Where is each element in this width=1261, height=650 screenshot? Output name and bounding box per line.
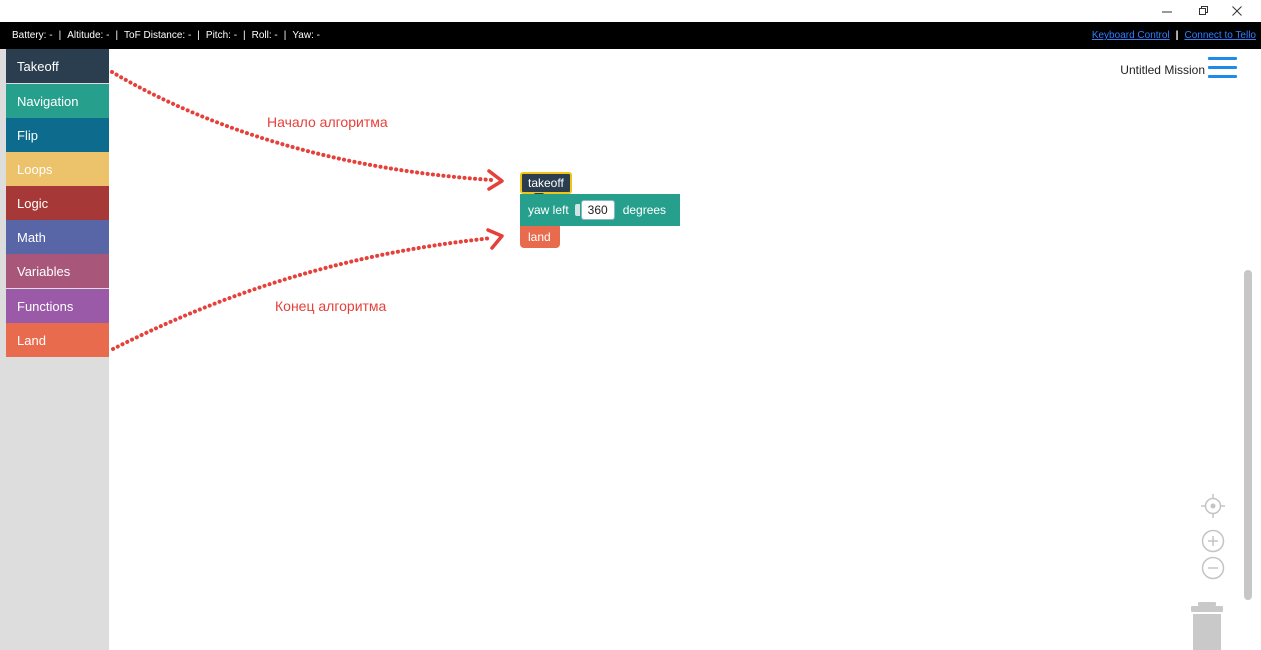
minimize-icon — [1162, 11, 1172, 13]
takeoff-block[interactable]: takeoff — [520, 172, 572, 198]
window-titlebar — [0, 0, 1261, 22]
zoom-in-icon[interactable] — [1201, 529, 1225, 553]
mission-title[interactable]: Untitled Mission — [1120, 63, 1205, 77]
separator: | — [197, 30, 200, 41]
category-math[interactable]: Math — [6, 220, 109, 254]
category-navigation[interactable]: Navigation — [6, 84, 109, 118]
workspace-scrollbar[interactable] — [1244, 270, 1252, 600]
close-button[interactable] — [1220, 0, 1254, 22]
connect-to-tello-link[interactable]: Connect to Tello — [1184, 30, 1256, 41]
separator: | — [115, 30, 119, 41]
category-label: Math — [17, 229, 46, 245]
category-label: Logic — [17, 195, 49, 211]
separator: | — [283, 30, 287, 41]
category-logic[interactable]: Logic — [6, 186, 109, 220]
category-label: Flip — [17, 127, 38, 143]
restore-button[interactable] — [1186, 0, 1220, 22]
minimize-button[interactable] — [1150, 0, 1184, 22]
separator: | — [58, 30, 62, 41]
annotation-end-label: Конец алгоритма — [275, 298, 387, 314]
roll-readout: Roll: - — [251, 30, 278, 41]
close-icon — [1232, 6, 1242, 16]
category-label: Variables — [17, 263, 71, 279]
takeoff-block-label: takeoff — [528, 176, 564, 190]
category-label: Loops — [17, 161, 53, 177]
category-label: Takeoff — [17, 58, 59, 74]
zoom-out-icon[interactable] — [1201, 556, 1225, 580]
category-takeoff[interactable]: Takeoff — [6, 49, 109, 83]
header-links: Keyboard Control | Connect to Tello — [1092, 22, 1256, 49]
restore-icon — [1199, 6, 1208, 15]
blockly-workspace[interactable] — [109, 49, 1255, 650]
category-loops[interactable]: Loops — [6, 152, 109, 186]
link-separator: | — [1175, 30, 1179, 41]
category-label: Navigation — [17, 93, 79, 109]
pitch-readout: Pitch: - — [205, 30, 238, 41]
land-block-label: land — [528, 230, 551, 244]
category-flip[interactable]: Flip — [6, 118, 109, 152]
block-category-sidebar: Takeoff Navigation Flip Loops Logic Math… — [0, 49, 109, 650]
hamburger-menu-icon[interactable] — [1208, 57, 1237, 79]
telemetry-readouts: Battery: - | Altitude: - | ToF Distance:… — [12, 22, 320, 49]
battery-readout: Battery: - — [12, 30, 53, 41]
yaw-left-label: yaw left — [528, 203, 569, 217]
yaw-degrees-input[interactable]: 360 — [580, 200, 615, 220]
target-icon[interactable] — [1201, 494, 1225, 518]
altitude-readout: Altitude: - — [67, 30, 110, 41]
category-land[interactable]: Land — [6, 323, 109, 357]
keyboard-control-link[interactable]: Keyboard Control — [1092, 30, 1170, 41]
land-block[interactable]: land — [520, 226, 560, 248]
yaw-readout: Yaw: - — [292, 30, 320, 41]
trash-icon[interactable] — [1190, 600, 1224, 650]
degrees-label: degrees — [622, 203, 667, 217]
category-label: Land — [17, 332, 46, 348]
category-variables[interactable]: Variables — [6, 254, 109, 288]
yaw-left-block[interactable]: yaw left 360 degrees — [520, 194, 680, 226]
tof-distance-readout: ToF Distance: - — [124, 30, 192, 41]
separator: | — [243, 30, 246, 41]
category-functions[interactable]: Functions — [6, 289, 109, 323]
telemetry-bar: Battery: - | Altitude: - | ToF Distance:… — [0, 22, 1261, 49]
category-label: Functions — [17, 298, 74, 314]
annotation-start-label: Начало алгоритма — [267, 114, 388, 130]
input-connector — [574, 204, 580, 216]
